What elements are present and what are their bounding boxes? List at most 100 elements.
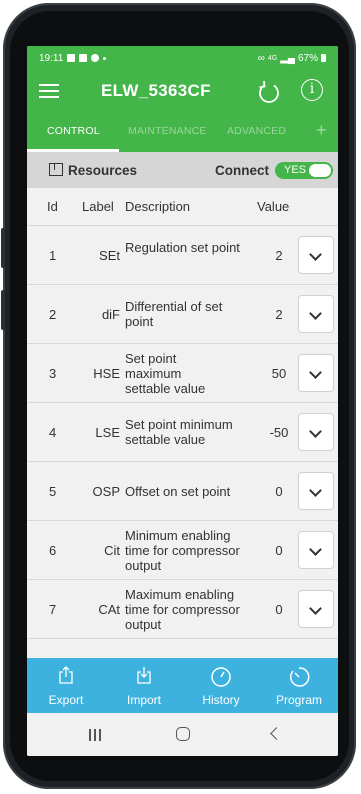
chevron-down-icon <box>309 366 322 379</box>
history-label: History <box>202 693 240 707</box>
bottom-nav: Export Import History Program <box>27 658 338 713</box>
table-row: 2 diF Differential of set point 2 <box>27 285 338 344</box>
table-row: 1 SEt Regulation set point 2 <box>27 226 338 285</box>
row-id: 1 <box>49 248 57 263</box>
notification-icon <box>67 54 76 62</box>
row-label: Cit <box>104 543 120 558</box>
tab-maintenance[interactable]: MAINTENANCE <box>128 125 207 137</box>
row-id: 7 <box>49 602 57 617</box>
link-icon: ∞ <box>257 52 265 64</box>
chevron-down-icon <box>309 248 322 261</box>
import-button[interactable]: Import <box>105 658 183 713</box>
export-label: Export <box>48 693 84 707</box>
system-nav-bar <box>27 713 338 756</box>
row-value: 0 <box>275 602 283 617</box>
row-description: Offset on set point <box>125 484 231 499</box>
chevron-down-icon <box>309 307 322 320</box>
row-description: Differential of set point <box>125 299 223 329</box>
battery-level: 67% <box>297 52 318 64</box>
status-bar: 19:11 ∞ 4G ▂▄ 67% <box>27 46 338 70</box>
phone-side-button <box>1 290 5 330</box>
mail-icon <box>79 54 88 62</box>
info-icon[interactable]: i <box>301 79 323 101</box>
row-dropdown-button[interactable] <box>298 413 334 451</box>
more-notifications-icon <box>103 56 107 60</box>
table-row: 6 Cit Minimum enabling time for compress… <box>27 521 338 580</box>
row-dropdown-button[interactable] <box>298 590 334 628</box>
row-value: 50 <box>271 366 287 381</box>
header-description: Description <box>125 199 191 214</box>
recent-apps-icon[interactable] <box>89 729 103 741</box>
row-value: -50 <box>269 425 289 440</box>
refresh-icon[interactable] <box>255 78 283 106</box>
program-button[interactable]: Program <box>260 658 338 713</box>
row-label: SEt <box>99 248 120 263</box>
tab-bar: CONTROL MAINTENANCE ADVANCED + <box>27 112 338 152</box>
chevron-down-icon <box>309 602 322 615</box>
row-id: 5 <box>49 484 57 499</box>
table-row-partial <box>27 639 338 658</box>
app-notification-icon <box>91 54 100 62</box>
toggle-label: YES <box>284 164 307 176</box>
phone-side-button <box>1 228 5 268</box>
row-label: LSE <box>95 425 120 440</box>
row-description: Regulation set point <box>125 240 240 255</box>
toggle-knob <box>309 164 331 177</box>
tab-control[interactable]: CONTROL <box>47 125 100 137</box>
import-icon <box>137 667 151 684</box>
history-button[interactable]: History <box>182 658 260 713</box>
app-bar: ELW_5363CF i <box>27 70 338 112</box>
network-type: 4G <box>267 54 278 62</box>
row-dropdown-button[interactable] <box>298 354 334 392</box>
header-label: Label <box>82 199 114 214</box>
chevron-down-icon <box>309 425 322 438</box>
row-dropdown-button[interactable] <box>298 472 334 510</box>
app-title: ELW_5363CF <box>101 81 211 100</box>
row-value: 0 <box>275 484 283 499</box>
row-description: Set point minimum settable value <box>125 417 233 447</box>
history-icon <box>211 667 231 687</box>
chevron-down-icon <box>309 543 322 556</box>
header-id: Id <box>47 199 58 214</box>
program-icon <box>290 667 310 687</box>
row-id: 3 <box>49 366 57 381</box>
row-dropdown-button[interactable] <box>298 295 334 333</box>
status-time: 19:11 <box>39 52 64 64</box>
row-value: 0 <box>275 543 283 558</box>
signal-icon: ▂▄ <box>280 52 295 64</box>
program-label: Program <box>275 693 322 707</box>
row-id: 6 <box>49 543 57 558</box>
resources-icon <box>49 163 63 176</box>
row-id: 2 <box>49 307 57 322</box>
table-row: 4 LSE Set point minimum settable value -… <box>27 403 338 462</box>
row-description: Maximum enabling time for compressor out… <box>125 587 240 632</box>
battery-icon <box>321 54 326 62</box>
import-label: Import <box>126 693 161 707</box>
row-dropdown-button[interactable] <box>298 236 334 274</box>
row-dropdown-button[interactable] <box>298 531 334 569</box>
app-screen: 19:11 ∞ 4G ▂▄ 67% ELW_5363CF i CONTROL M… <box>27 46 338 756</box>
table-row: 3 HSE Set point maximum settable value 5… <box>27 344 338 403</box>
row-description: Minimum enabling time for compressor out… <box>125 528 240 573</box>
connect-toggle[interactable]: YES <box>275 162 333 179</box>
resources-label: Resources <box>68 163 138 178</box>
header-value: Value <box>257 199 290 214</box>
row-label: HSE <box>93 366 120 381</box>
menu-icon[interactable] <box>39 84 59 98</box>
back-icon[interactable] <box>270 727 283 740</box>
chevron-down-icon <box>309 484 322 497</box>
home-icon[interactable] <box>176 727 190 741</box>
export-button[interactable]: Export <box>27 658 105 713</box>
table-header: Id Label Description Value <box>27 188 338 226</box>
row-description: Set point maximum settable value <box>125 351 206 396</box>
row-label: OSP <box>92 484 120 499</box>
row-value: 2 <box>275 307 283 322</box>
export-icon <box>59 666 73 684</box>
connect-label: Connect <box>215 163 269 178</box>
table-row: 5 OSP Offset on set point 0 <box>27 462 338 521</box>
row-label: CAt <box>98 602 120 617</box>
tab-advanced[interactable]: ADVANCED <box>227 125 286 137</box>
resources-bar: Resources Connect YES <box>27 152 338 188</box>
table-row: 7 CAt Maximum enabling time for compress… <box>27 580 338 639</box>
add-tab-button[interactable]: + <box>316 120 327 141</box>
